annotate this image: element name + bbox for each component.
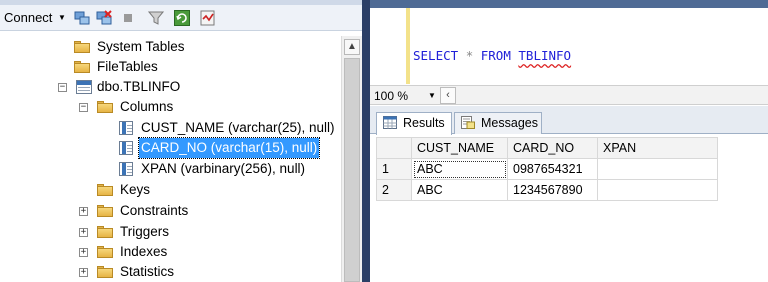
- folder-icon: [97, 246, 113, 258]
- pane-splitter[interactable]: [362, 0, 370, 282]
- zoom-dropdown-icon[interactable]: ▼: [428, 88, 436, 104]
- refresh-icon[interactable]: [174, 10, 190, 26]
- tree-node-label: CARD_NO (varchar(15), null): [137, 137, 321, 159]
- collapse-toggle-icon[interactable]: −: [79, 103, 88, 112]
- tree-node-label: XPAN (varbinary(256), null): [141, 161, 306, 176]
- grid-cell[interactable]: [597, 158, 718, 180]
- tab-messages-label: Messages: [481, 116, 538, 130]
- object-explorer-tree: System Tables FileTables − dbo.TBLINFO −…: [0, 36, 340, 282]
- connect-object-explorer-icon[interactable]: [74, 10, 90, 26]
- column-icon: [119, 121, 133, 135]
- query-window: SELECT * FROM TBLINFO 100 % ▼ ‹ Results …: [370, 0, 768, 282]
- query-editor[interactable]: SELECT * FROM TBLINFO: [370, 8, 768, 84]
- messages-icon: [461, 116, 475, 129]
- zoom-bar: 100 % ▼ ‹: [370, 85, 768, 105]
- disconnect-icon[interactable]: [96, 10, 112, 26]
- query-text[interactable]: SELECT * FROM TBLINFO: [413, 48, 571, 63]
- select-star: *: [465, 48, 474, 63]
- folder-icon: [74, 41, 90, 53]
- tab-messages[interactable]: Messages: [454, 112, 542, 134]
- expand-toggle-icon[interactable]: +: [79, 268, 88, 277]
- folder-icon: [97, 226, 113, 238]
- row-number[interactable]: 2: [376, 179, 412, 201]
- editor-change-margin: [406, 8, 410, 84]
- table-row: 1 ABC 0987654321: [376, 158, 718, 180]
- tree-node-label: Triggers: [120, 224, 170, 239]
- column-icon: [119, 162, 133, 176]
- tree-node-label: Constraints: [120, 203, 189, 218]
- grid-cell[interactable]: [597, 179, 718, 201]
- grid-cell[interactable]: 0987654321: [507, 158, 598, 180]
- expand-toggle-icon[interactable]: +: [79, 248, 88, 257]
- folder-icon: [97, 101, 113, 113]
- object-explorer-toolbar: Connect ▼: [0, 5, 362, 31]
- grid-cell[interactable]: 1234567890: [507, 179, 598, 201]
- results-tab-strip: Results Messages: [370, 106, 768, 135]
- folder-icon: [74, 61, 90, 73]
- scrollbar-thumb[interactable]: [344, 58, 360, 282]
- scroll-left-icon[interactable]: ‹: [440, 87, 456, 104]
- table-icon: [76, 80, 92, 94]
- grid-cell[interactable]: ABC: [411, 158, 508, 180]
- tree-node-label: Keys: [120, 182, 151, 197]
- tab-results-label: Results: [403, 116, 445, 130]
- column-header[interactable]: CARD_NO: [507, 137, 598, 159]
- expand-toggle-icon[interactable]: +: [79, 207, 88, 216]
- tree-node-label: FileTables: [97, 59, 158, 74]
- expand-toggle-icon[interactable]: +: [79, 228, 88, 237]
- grid-header-row: CUST_NAME CARD_NO XPAN: [376, 137, 718, 159]
- table-identifier: TBLINFO: [518, 48, 572, 63]
- column-icon: [119, 141, 133, 155]
- grid-cell[interactable]: ABC: [411, 179, 508, 201]
- grid-corner-cell[interactable]: [376, 137, 412, 159]
- filter-icon[interactable]: [148, 10, 164, 26]
- row-number[interactable]: 1: [376, 158, 412, 180]
- collapse-toggle-icon[interactable]: −: [58, 83, 67, 92]
- folder-icon: [97, 266, 113, 278]
- object-explorer-scrollbar[interactable]: ▲: [341, 36, 362, 282]
- tree-node-label: dbo.TBLINFO: [97, 79, 181, 94]
- connect-dropdown-icon[interactable]: ▼: [58, 9, 66, 27]
- tree-node-label: System Tables: [97, 39, 185, 54]
- activity-monitor-icon[interactable]: [200, 10, 216, 26]
- tree-node-label: Columns: [120, 99, 174, 114]
- tree-node-label: Indexes: [120, 244, 168, 259]
- connect-button[interactable]: Connect: [4, 9, 52, 27]
- keyword-select: SELECT: [413, 48, 459, 63]
- document-tab-strip: [370, 0, 768, 8]
- keyword-from: FROM: [480, 48, 511, 63]
- results-grid: CUST_NAME CARD_NO XPAN 1 ABC 0987654321 …: [376, 137, 718, 201]
- tab-results[interactable]: Results: [376, 112, 452, 135]
- folder-icon: [97, 184, 113, 196]
- results-grid-area: CUST_NAME CARD_NO XPAN 1 ABC 0987654321 …: [370, 135, 768, 282]
- column-header[interactable]: CUST_NAME: [411, 137, 508, 159]
- table-row: 2 ABC 1234567890: [376, 179, 718, 201]
- tree-node-label: Statistics: [120, 264, 175, 279]
- column-header[interactable]: XPAN: [597, 137, 718, 159]
- tree-node-label: CUST_NAME (varchar(25), null): [141, 120, 335, 135]
- folder-icon: [97, 205, 113, 217]
- scroll-up-icon[interactable]: ▲: [344, 39, 360, 55]
- stop-icon[interactable]: [120, 10, 136, 26]
- zoom-level[interactable]: 100 %: [374, 88, 408, 104]
- grid-icon: [383, 116, 397, 129]
- object-explorer-pane: Connect ▼ System Tables FileTables − dbo…: [0, 0, 362, 282]
